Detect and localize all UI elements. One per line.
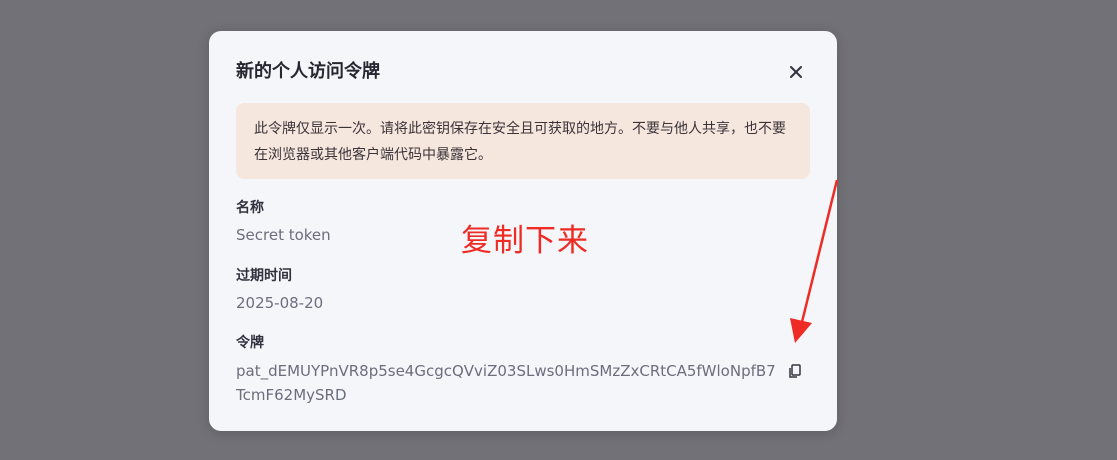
close-button[interactable] [784, 60, 808, 84]
expiry-label: 过期时间 [236, 268, 292, 284]
token-label: 令牌 [236, 335, 264, 351]
name-value: Secret token [236, 226, 331, 244]
annotation-copy-text: 复制下来 [461, 223, 589, 259]
copy-token-button[interactable] [786, 362, 804, 380]
expiry-value: 2025-08-20 [236, 294, 324, 312]
dialog-title: 新的个人访问令牌 [236, 61, 380, 82]
name-label: 名称 [236, 200, 264, 216]
close-icon [790, 66, 802, 78]
token-value: pat_dEMUYPnVR8p5se4GcgcQVviZ03SLws0HmSMz… [236, 362, 776, 404]
warning-alert: 此令牌仅显示一次。请将此密钥保存在安全且可获取的地方。不要与他人共享，也不要在浏… [236, 103, 810, 179]
copy-icon [789, 364, 801, 378]
